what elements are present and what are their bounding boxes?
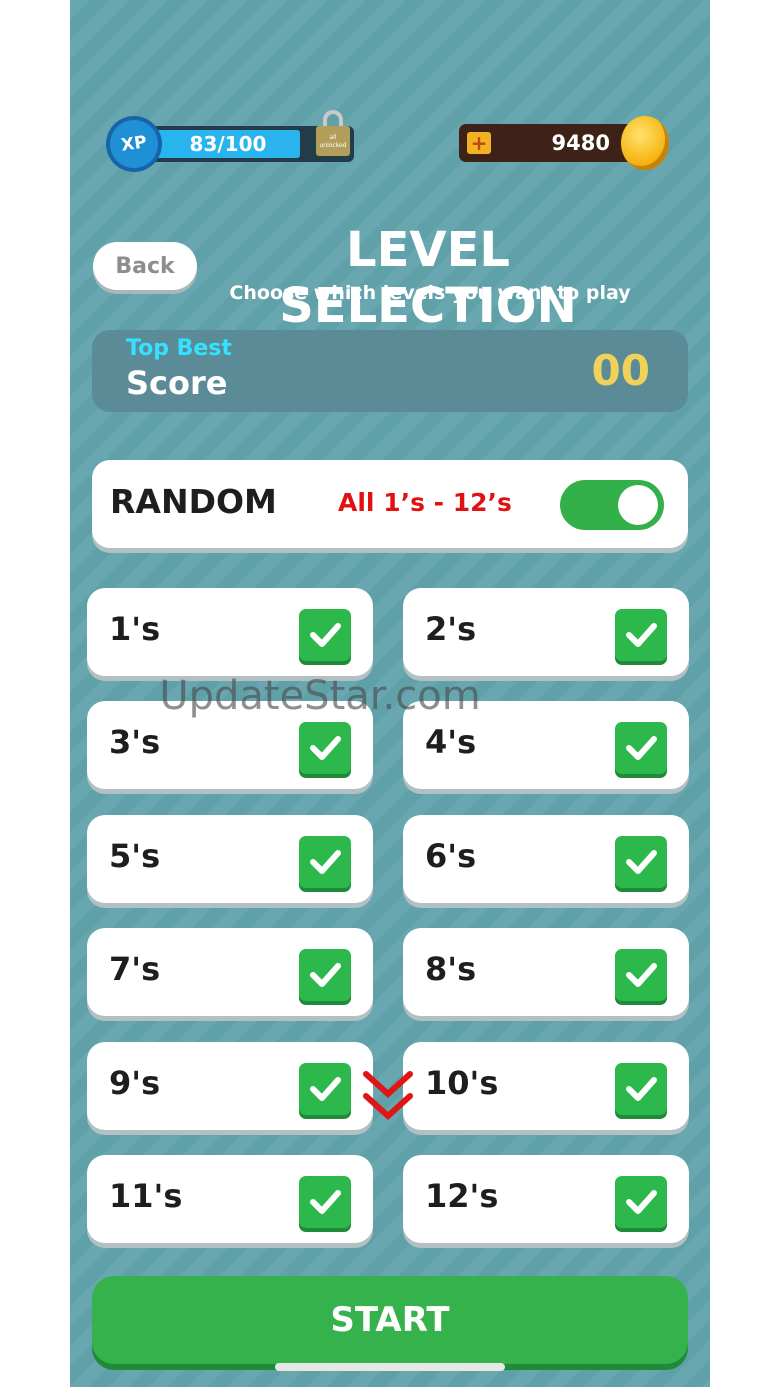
level-label: 6's xyxy=(425,837,477,875)
checkbox-checked-icon[interactable] xyxy=(299,836,351,888)
random-toggle[interactable] xyxy=(560,480,664,530)
coin-counter: + 9480 xyxy=(459,116,674,172)
level-card-6[interactable]: 6's xyxy=(403,815,689,903)
level-label: 3's xyxy=(109,723,161,761)
level-card-11[interactable]: 11's xyxy=(87,1155,373,1243)
toggle-knob xyxy=(618,485,658,525)
random-description: All 1’s - 12’s xyxy=(338,488,512,517)
xp-value: 83/100 xyxy=(189,132,267,156)
level-card-1[interactable]: 1's xyxy=(87,588,373,676)
coin-value: 9480 xyxy=(551,131,610,155)
page-subtitle: Choose which levels you want to play xyxy=(229,282,631,304)
level-label: 7's xyxy=(109,950,161,988)
level-label: 10's xyxy=(425,1064,499,1102)
lock-icon: all unlocked xyxy=(316,110,350,156)
score-label: Score xyxy=(126,364,228,402)
checkbox-checked-icon[interactable] xyxy=(299,1176,351,1228)
checkbox-checked-icon[interactable] xyxy=(299,609,351,661)
checkbox-checked-icon[interactable] xyxy=(615,1063,667,1115)
scroll-down-chevron-icon[interactable] xyxy=(362,1068,414,1124)
level-label: 11's xyxy=(109,1177,183,1215)
page-title: LEVEL SELECTION xyxy=(279,222,577,334)
level-card-10[interactable]: 10's xyxy=(403,1042,689,1130)
checkbox-checked-icon[interactable] xyxy=(299,1063,351,1115)
level-label: 8's xyxy=(425,950,477,988)
level-card-12[interactable]: 12's xyxy=(403,1155,689,1243)
coin-icon xyxy=(621,116,669,170)
checkbox-checked-icon[interactable] xyxy=(615,722,667,774)
level-label: 2's xyxy=(425,610,477,648)
level-card-8[interactable]: 8's xyxy=(403,928,689,1016)
xp-progress: 83/100 XP all unlocked xyxy=(106,110,354,172)
level-label: 12's xyxy=(425,1177,499,1215)
top-best-score-panel: Top Best Score 00 xyxy=(92,330,688,412)
home-indicator xyxy=(275,1363,505,1371)
level-label: 5's xyxy=(109,837,161,875)
checkbox-checked-icon[interactable] xyxy=(299,949,351,1001)
random-title: RANDOM xyxy=(110,482,277,521)
level-label: 9's xyxy=(109,1064,161,1102)
add-coins-button[interactable]: + xyxy=(467,132,491,154)
level-card-9[interactable]: 9's xyxy=(87,1042,373,1130)
score-caption: Top Best xyxy=(126,336,232,361)
level-label: 1's xyxy=(109,610,161,648)
checkbox-checked-icon[interactable] xyxy=(615,949,667,1001)
lock-label: all unlocked xyxy=(316,126,350,156)
level-card-2[interactable]: 2's xyxy=(403,588,689,676)
checkbox-checked-icon[interactable] xyxy=(615,836,667,888)
checkbox-checked-icon[interactable] xyxy=(615,609,667,661)
random-option: RANDOM All 1’s - 12’s xyxy=(92,460,688,548)
checkbox-checked-icon[interactable] xyxy=(615,1176,667,1228)
level-card-5[interactable]: 5's xyxy=(87,815,373,903)
level-card-7[interactable]: 7's xyxy=(87,928,373,1016)
watermark-text: UpdateStar.com xyxy=(159,673,481,719)
start-button[interactable]: START xyxy=(92,1276,688,1364)
level-label: 4's xyxy=(425,723,477,761)
score-value: 00 xyxy=(591,346,650,395)
checkbox-checked-icon[interactable] xyxy=(299,722,351,774)
back-button[interactable]: Back xyxy=(93,242,197,290)
